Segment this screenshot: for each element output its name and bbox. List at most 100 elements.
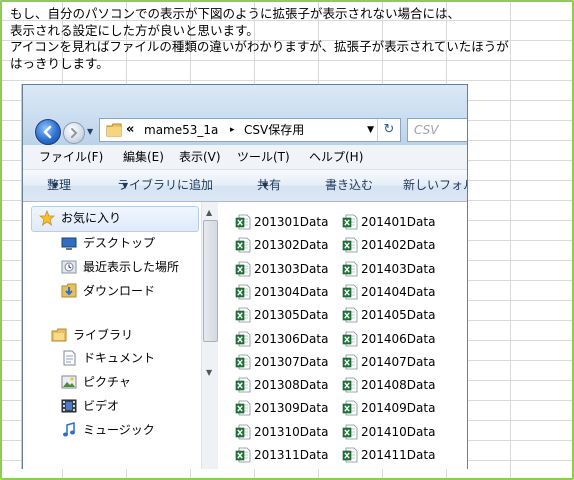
nav-favorites-label: お気に入り [61,211,122,225]
navigation-pane: お気に入り デスクトップ 最近表示した場所 ダウンロード ライブラリ ドキュメン… [23,202,202,469]
scroll-down-icon[interactable]: ▼ [206,368,212,377]
excel-csv-icon [235,284,251,300]
note-line-1: もし、自分のパソコンでの表示が下図のように拡張子が表示されない場合には、 [10,6,461,21]
excel-csv-icon [342,377,358,393]
file-name: 201304Data [254,284,329,299]
file-name: 201404Data [361,284,436,299]
breadcrumb-overflow[interactable]: « [126,119,134,141]
nav-scrollbar[interactable]: ▲ ▼ [201,202,218,469]
arrow-right-icon [71,128,78,138]
excel-csv-icon [342,400,358,416]
recent-places-icon [61,260,77,274]
history-dropdown-icon[interactable]: ▼ [87,127,93,136]
video-icon [61,399,77,413]
documents-icon [63,350,76,366]
excel-csv-icon [235,354,251,370]
search-input[interactable]: CSV [407,118,467,142]
excel-csv-icon [342,237,358,253]
file-name: 201310Data [254,424,329,439]
file-name: 201403Data [361,261,436,276]
excel-csv-icon [342,261,358,276]
excel-csv-icon [235,237,251,253]
new-folder-button[interactable]: 新しいフォル [403,170,467,201]
file-name: 201311Data [254,448,329,462]
burn-button[interactable]: 書き込む [325,170,373,201]
file-name: 201305Data [254,308,329,323]
file-name: 201406Data [361,331,436,346]
add-to-library-label: ライブラリに追加 [117,178,214,192]
breadcrumb-separator-icon[interactable]: ▸ [230,119,235,141]
address-dropdown-icon[interactable]: ▼ [367,119,374,141]
excel-csv-icon [235,331,251,346]
excel-csv-icon [235,424,251,440]
file-name: 201303Data [254,261,329,276]
command-bar: 整理 ▼ ライブラリに追加 ▼ 共有 ▼ 書き込む 新しいフォル [23,170,467,202]
excel-csv-icon [235,377,251,393]
menu-help[interactable]: ヘルプ(H) [309,145,363,169]
file-name: 201402Data [361,238,436,253]
excel-csv-icon [342,447,358,463]
file-name: 201412Data [361,468,435,469]
menu-view[interactable]: 表示(V) [179,145,221,169]
nav-desktop-label: デスクトップ [83,236,156,250]
file-name: 201308Data [254,378,329,393]
excel-csv-icon [342,331,358,346]
scroll-up-icon[interactable]: ▲ [206,208,212,217]
forward-button[interactable] [63,122,85,144]
excel-csv-icon [235,400,251,416]
excel-csv-icon [235,447,251,463]
nav-recent-label: 最近表示した場所 [83,260,180,274]
nav-videos-label: ビデオ [83,399,120,413]
organize-label: 整理 [47,178,72,192]
file-name: 201302Data [254,238,329,253]
note-line-3: アイコンを見ればファイルの種類の違いがわかりますが、拡張子が表示されていたほうが [10,39,509,54]
refresh-icon[interactable]: ↻ [377,119,400,141]
folder-icon [106,123,122,137]
nav-documents-label: ドキュメント [83,351,156,365]
breadcrumb-csv-folder[interactable]: CSV保存用 [244,119,304,141]
file-name: 201410Data [361,424,436,439]
excel-csv-icon [342,354,358,370]
breadcrumb-mame53[interactable]: mame53_1a [144,119,218,141]
excel-csv-icon [342,284,358,300]
chevron-down-icon: ▼ [262,181,269,190]
menu-file[interactable]: ファイル(F) [39,145,103,169]
file-name: 201301Data [254,215,329,229]
share-label: 共有 [257,178,282,192]
file-name: 201405Data [361,308,436,323]
nav-pictures-label: ピクチャ [83,375,131,389]
file-name: 201401Data [361,215,436,229]
nav-downloads-label: ダウンロード [83,284,156,298]
excel-csv-icon [235,261,251,276]
chevron-down-icon: ▼ [52,181,59,190]
file-name: 201309Data [254,401,329,416]
menu-edit[interactable]: 編集(E) [123,145,164,169]
address-bar[interactable]: « mame53_1a ▸ CSV保存用 ▼ ↻ [99,118,401,142]
excel-csv-icon [235,214,251,230]
pictures-icon [61,375,77,389]
excel-csv-icon [235,307,251,323]
chevron-down-icon: ▼ [122,181,129,190]
explorer-window: ▼ « mame53_1a ▸ CSV保存用 ▼ ↻ CSV ファイル(F) 編… [22,84,468,469]
address-row: ▼ « mame53_1a ▸ CSV保存用 ▼ ↻ CSV [23,85,467,145]
star-icon [39,210,55,226]
scroll-thumb[interactable] [203,220,218,342]
excel-csv-icon [342,214,358,230]
menu-tools[interactable]: ツール(T) [237,145,290,169]
file-name: 201409Data [361,401,436,416]
file-name: 201307Data [254,354,329,369]
note-line-4: はっきりします。 [10,55,109,71]
excel-csv-icon [342,307,358,323]
file-name: 201312Data [254,468,328,469]
note-text: もし、自分のパソコンでの表示が下図のように拡張子が表示されない場合には、 表示さ… [10,6,570,72]
arrow-left-icon [43,125,52,139]
file-name: 201411Data [361,448,436,462]
nav-music-label: ミュージック [83,423,155,437]
excel-csv-icon [342,424,358,440]
file-name: 201306Data [254,331,329,346]
back-button[interactable] [35,119,61,145]
file-name: 201408Data [361,378,436,393]
downloads-folder-icon [61,283,77,298]
menu-bar: ファイル(F) 編集(E) 表示(V) ツール(T) ヘルプ(H) [23,145,467,170]
desktop-icon [61,237,77,250]
